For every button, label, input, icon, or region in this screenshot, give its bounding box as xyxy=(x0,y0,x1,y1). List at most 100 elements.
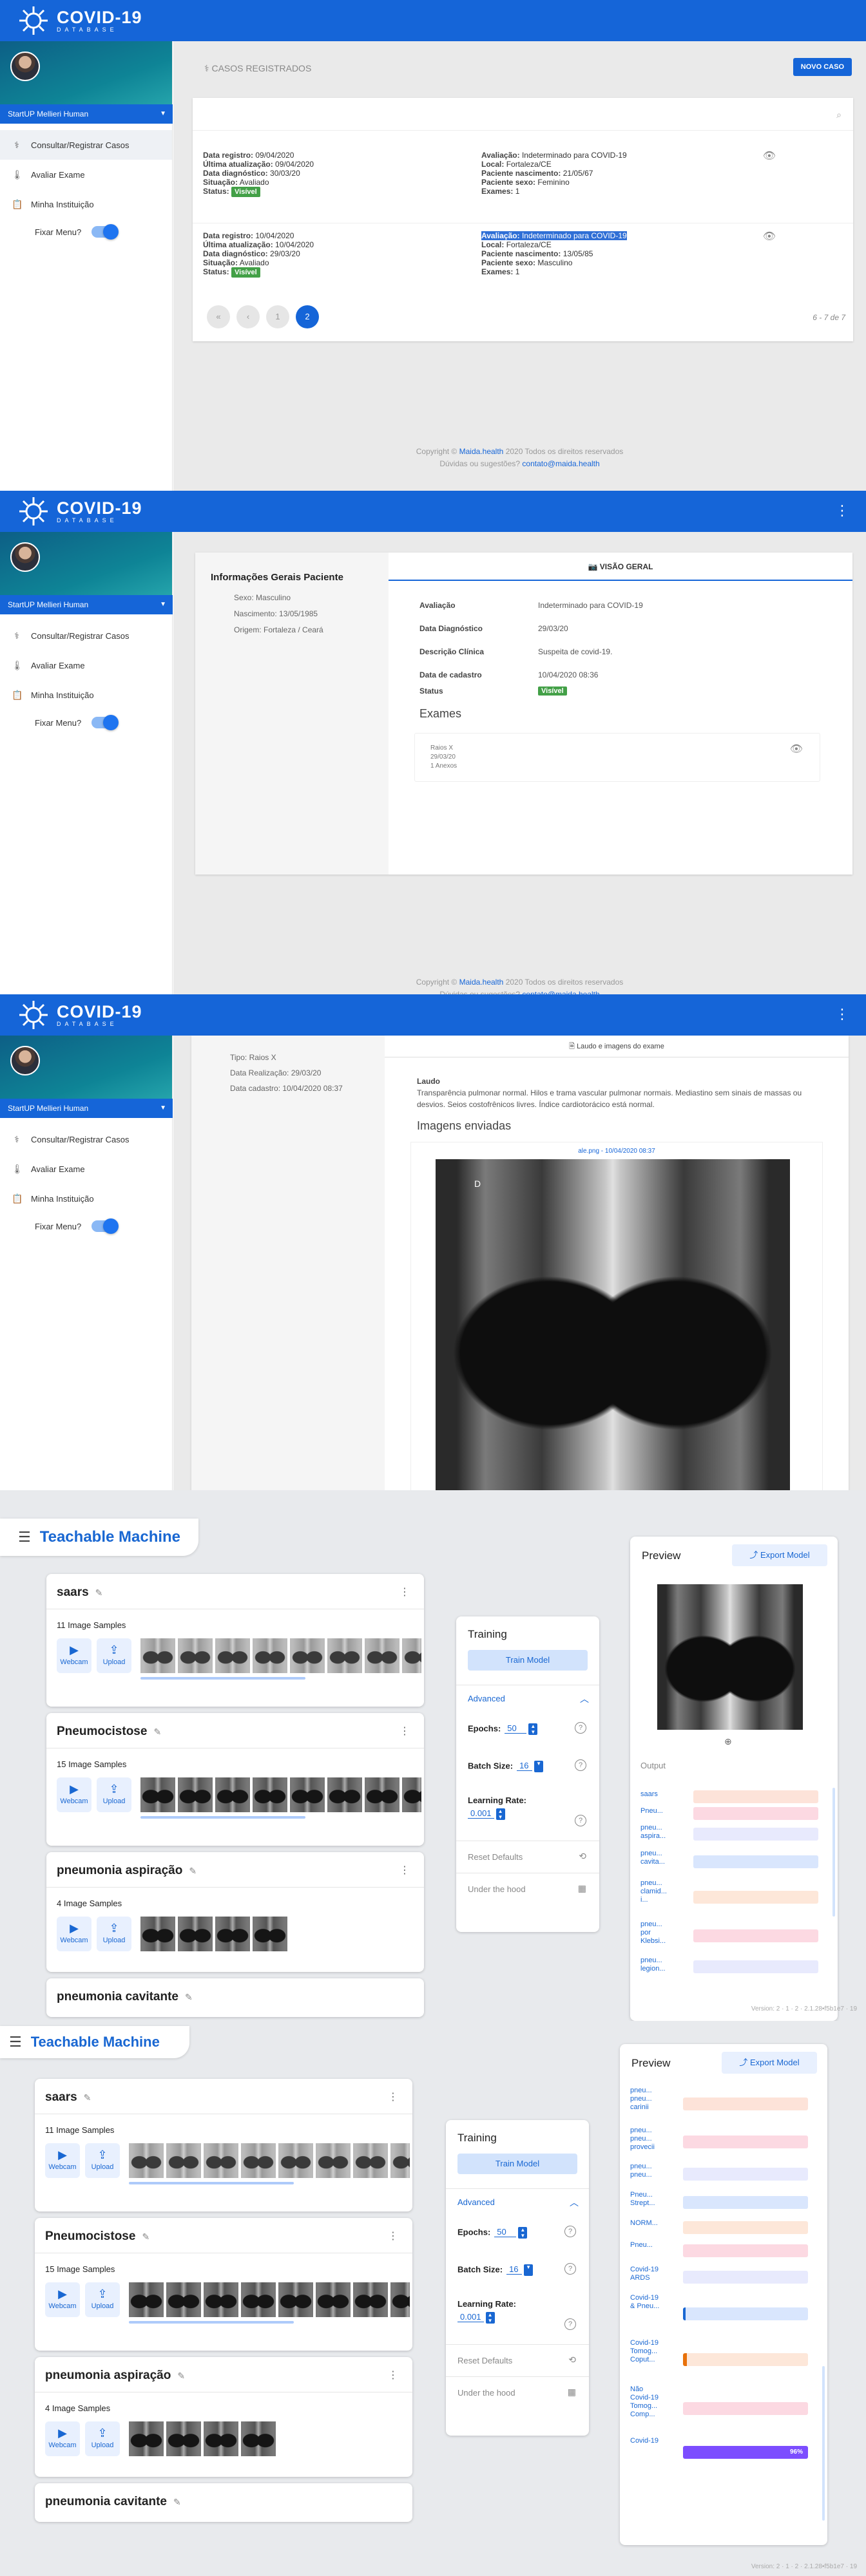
upload-button[interactable]: ⇪ Upload xyxy=(97,1777,131,1812)
sample-thumbnail[interactable] xyxy=(129,2282,164,2317)
menu-icon[interactable]: ☰ xyxy=(18,1529,31,1546)
class-name[interactable]: saars xyxy=(45,2090,77,2104)
edit-pencil-icon[interactable]: ✎ xyxy=(142,2231,149,2242)
advanced-toggle[interactable]: Advanced xyxy=(468,1694,505,1703)
edit-pencil-icon[interactable]: ✎ xyxy=(95,1587,103,1598)
edit-pencil-icon[interactable]: ✎ xyxy=(173,2497,181,2507)
help-icon[interactable]: ? xyxy=(564,2318,576,2330)
edit-pencil-icon[interactable]: ✎ xyxy=(189,1866,197,1876)
sample-thumbnail[interactable] xyxy=(166,2421,201,2456)
user-dropdown[interactable]: StartUP Mellieri Human ▼ xyxy=(0,104,173,124)
sidebar-item-instituicao[interactable]: 📋 Minha Instituição xyxy=(0,189,172,219)
app-logo[interactable]: COVID-19 DATABASE xyxy=(18,999,142,1030)
thumbnail-scrollbar[interactable] xyxy=(140,1816,305,1819)
more-vert-icon[interactable]: ⋮ xyxy=(388,2369,398,2382)
menu-icon[interactable]: ☰ xyxy=(9,2034,22,2050)
help-icon[interactable]: ? xyxy=(564,2263,576,2275)
export-model-button[interactable]: ⤴ Export Model xyxy=(722,2052,817,2074)
epochs-input[interactable]: 50 xyxy=(505,1723,527,1734)
webcam-button[interactable]: ▶ Webcam xyxy=(57,1777,91,1812)
sample-thumbnail[interactable] xyxy=(390,2143,410,2178)
sample-thumbnail[interactable] xyxy=(290,1638,325,1673)
batch-dropdown-icon[interactable]: ▼ xyxy=(534,1761,544,1772)
webcam-button[interactable]: ▶ Webcam xyxy=(45,2282,80,2317)
edit-pencil-icon[interactable]: ✎ xyxy=(153,1727,161,1737)
avatar[interactable] xyxy=(10,52,40,81)
upload-button[interactable]: ⇪ Upload xyxy=(97,1917,131,1951)
history-icon[interactable]: ⟲ xyxy=(579,1851,586,1862)
fixar-menu-toggle[interactable] xyxy=(91,224,119,240)
export-model-button[interactable]: ⤴ Export Model xyxy=(732,1544,827,1566)
more-vert-icon[interactable]: ⋮ xyxy=(388,2230,398,2242)
sample-thumbnail[interactable] xyxy=(241,2282,276,2317)
more-vert-icon[interactable]: ⋮ xyxy=(835,1007,849,1021)
avatar[interactable] xyxy=(10,1046,40,1075)
view-eye-icon[interactable]: 👁 xyxy=(763,230,776,243)
class-name[interactable]: pneumonia aspiração xyxy=(57,1864,182,1877)
train-model-button[interactable]: Train Model xyxy=(457,2154,577,2174)
page-prev-button[interactable]: ‹ xyxy=(236,305,260,328)
sample-thumbnail[interactable] xyxy=(365,1638,399,1673)
webcam-button[interactable]: ▶ Webcam xyxy=(45,2421,80,2456)
view-eye-icon[interactable]: 👁 xyxy=(763,149,776,162)
footer-link-maida[interactable]: Maida.health xyxy=(459,978,504,987)
sample-thumbnail[interactable] xyxy=(402,1777,421,1812)
sample-thumbnail[interactable] xyxy=(278,2282,313,2317)
webcam-button[interactable]: ▶ Webcam xyxy=(45,2143,80,2178)
page-first-button[interactable]: « xyxy=(207,305,230,328)
help-icon[interactable]: ? xyxy=(575,1722,586,1734)
sample-thumbnail[interactable] xyxy=(290,1777,325,1812)
lr-stepper[interactable]: ▲ ▼ xyxy=(485,2312,495,2324)
app-logo[interactable]: COVID-19 DATABASE xyxy=(18,496,142,527)
sample-thumbnail[interactable] xyxy=(140,1917,175,1951)
thumbnail-scrollbar[interactable] xyxy=(140,1677,305,1680)
sidebar-item-instituicao[interactable]: 📋 Minha Instituição xyxy=(0,1184,172,1213)
footer-link-maida[interactable]: Maida.health xyxy=(459,447,504,456)
reset-defaults-button[interactable]: Reset Defaults xyxy=(457,2356,512,2365)
case-record[interactable]: Data registro: 10/04/2020 Última atualiza… xyxy=(193,223,853,299)
tab-visao-geral[interactable]: 📷 VISÃO GERAL xyxy=(389,553,852,581)
train-model-button[interactable]: Train Model xyxy=(468,1650,588,1671)
sidebar-item-consultar[interactable]: ⚕ Consultar/Registrar Casos xyxy=(0,621,172,650)
xray-image[interactable]: D xyxy=(436,1159,790,1490)
sidebar-item-avaliar[interactable]: 🌡 Avaliar Exame xyxy=(0,160,172,189)
class-name[interactable]: Pneumocistose xyxy=(45,2230,135,2243)
sidebar-item-consultar[interactable]: ⚕ Consultar/Registrar Casos xyxy=(0,130,172,160)
sample-thumbnail[interactable] xyxy=(253,1777,287,1812)
sample-thumbnail[interactable] xyxy=(166,2143,201,2178)
learning-rate-input[interactable]: 0.001 xyxy=(457,2312,484,2323)
sidebar-item-consultar[interactable]: ⚕ Consultar/Registrar Casos xyxy=(0,1124,172,1154)
app-logo[interactable]: COVID-19 DATABASE xyxy=(18,5,142,36)
sample-thumbnail[interactable] xyxy=(316,2282,351,2317)
sample-thumbnail[interactable] xyxy=(353,2282,388,2317)
footer-email-link[interactable]: contato@maida.health xyxy=(522,459,599,468)
more-vert-icon[interactable]: ⋮ xyxy=(399,1586,410,1598)
batch-dropdown-icon[interactable]: ▼ xyxy=(524,2264,534,2276)
sample-thumbnail[interactable] xyxy=(129,2143,164,2178)
sample-thumbnail[interactable] xyxy=(140,1638,175,1673)
upload-button[interactable]: ⇪ Upload xyxy=(85,2282,120,2317)
sample-thumbnail[interactable] xyxy=(215,1777,250,1812)
sample-thumbnail[interactable] xyxy=(129,2421,164,2456)
sample-thumbnail[interactable] xyxy=(327,1777,362,1812)
sample-thumbnail[interactable] xyxy=(278,2143,313,2178)
user-dropdown[interactable]: StartUP Mellieri Human ▼ xyxy=(0,595,173,614)
class-name[interactable]: saars xyxy=(57,1586,89,1599)
sample-thumbnail[interactable] xyxy=(140,1777,175,1812)
sample-thumbnail[interactable] xyxy=(253,1917,287,1951)
sample-thumbnail[interactable] xyxy=(215,1917,250,1951)
search-icon[interactable]: ⌕ xyxy=(836,109,842,120)
sample-thumbnail[interactable] xyxy=(327,1638,362,1673)
page-2-button[interactable]: 2 xyxy=(296,305,319,328)
chart-icon[interactable]: ▦ xyxy=(578,1883,586,1894)
chevron-up-icon[interactable]: ︿ xyxy=(570,2196,579,2209)
sample-thumbnail[interactable] xyxy=(241,2143,276,2178)
more-vert-icon[interactable]: ⋮ xyxy=(388,2090,398,2103)
tab-laudo[interactable]: 🗎 Laudo e imagens do exame xyxy=(385,1036,849,1057)
class-name[interactable]: Pneumocistose xyxy=(57,1725,147,1738)
output-scrollbar[interactable] xyxy=(822,2366,825,2521)
edit-pencil-icon[interactable]: ✎ xyxy=(185,1992,193,2002)
chevron-up-icon[interactable]: ︿ xyxy=(580,1692,589,1705)
sample-thumbnail[interactable] xyxy=(353,2143,388,2178)
page-1-button[interactable]: 1 xyxy=(266,305,289,328)
